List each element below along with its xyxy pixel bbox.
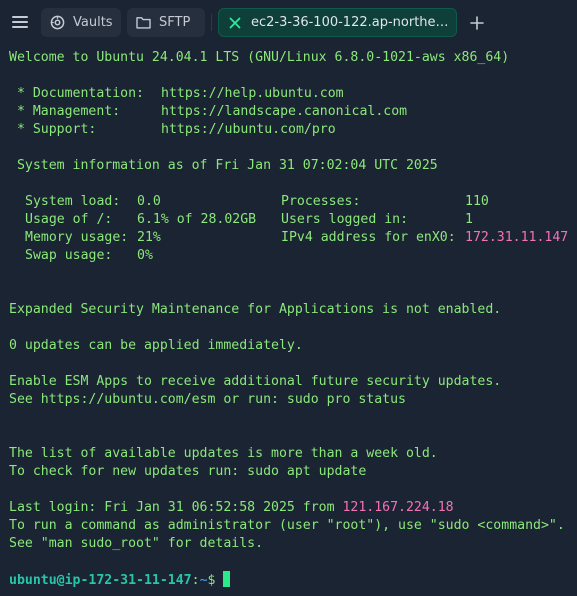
folder-icon	[135, 15, 151, 31]
text-cursor	[223, 571, 231, 587]
stat-row: Swap usage: 0%	[25, 248, 153, 263]
tab-bar: Vaults SFTP ec2-3-36-100-122.ap-northeas…	[0, 0, 577, 44]
esm-apps-line: Enable ESM Apps to receive additional fu…	[9, 374, 502, 389]
shell-prompt[interactable]: ubuntu@ip-172-31-11-147:~$	[9, 571, 231, 589]
stat-row: Memory usage: 21% IPv4 address for enX0:…	[25, 230, 569, 245]
link-support: * Support: https://ubuntu.com/pro	[9, 122, 336, 137]
sysinfo-header: System information as of Fri Jan 31 07:0…	[9, 158, 438, 173]
update-list-line: To check for new updates run: sudo apt u…	[9, 464, 367, 479]
hamburger-icon[interactable]	[8, 11, 32, 33]
stat-row: Usage of /: 6.1% of 28.02GB Users logged…	[25, 212, 473, 227]
vault-icon	[49, 15, 65, 31]
link-management: * Management: https://landscape.canonica…	[9, 104, 408, 119]
tab-divider	[211, 14, 212, 31]
esm-notice: Expanded Security Maintenance for Applic…	[9, 302, 502, 317]
tab-vaults[interactable]: Vaults	[41, 8, 121, 37]
close-icon[interactable]	[227, 15, 243, 31]
tab-ssh-session[interactable]: ec2-3-36-100-122.ap-northeast-2.compute.…	[218, 8, 457, 37]
terminal-output[interactable]: Welcome to Ubuntu 24.04.1 LTS (GNU/Linux…	[0, 44, 577, 596]
tab-label: SFTP	[159, 15, 191, 30]
sudo-hint-line: To run a command as administrator (user …	[9, 518, 565, 533]
ipv4-address: 172.31.11.147	[465, 230, 569, 245]
last-login-line: Last login: Fri Jan 31 06:52:58 2025 fro…	[9, 500, 454, 515]
tab-sftp[interactable]: SFTP	[127, 8, 205, 37]
sudo-hint-line: See "man sudo_root" for details.	[9, 536, 264, 551]
update-list-line: The list of available updates is more th…	[9, 446, 438, 461]
stat-row: System load: 0.0 Processes: 110	[25, 194, 489, 209]
updates-line: 0 updates can be applied immediately.	[9, 338, 303, 353]
tab-label: ec2-3-36-100-122.ap-northeast-2.compute.…	[251, 15, 456, 30]
link-documentation: * Documentation: https://help.ubuntu.com	[9, 86, 344, 101]
welcome-line: Welcome to Ubuntu 24.04.1 LTS (GNU/Linux…	[9, 50, 510, 65]
esm-apps-line: See https://ubuntu.com/esm or run: sudo …	[9, 392, 406, 407]
prompt-user-host: ubuntu@ip-172-31-11-147	[9, 573, 192, 588]
tab-label: Vaults	[73, 15, 113, 30]
prompt-path: ~	[199, 573, 208, 588]
plus-icon[interactable]	[466, 12, 488, 34]
last-login-ip: 121.167.224.18	[342, 500, 454, 515]
